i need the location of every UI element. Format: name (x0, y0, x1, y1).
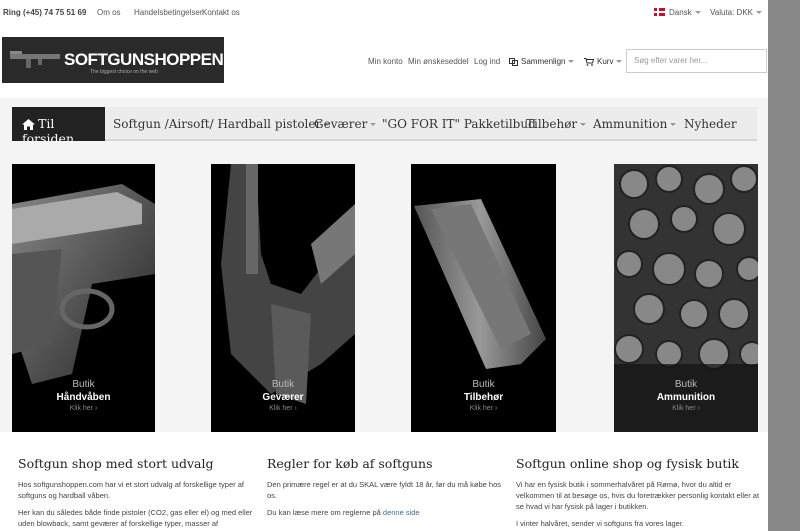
category-name: Geværer (262, 392, 304, 403)
logo-text: SOFTGUNSHOPPEN.com (64, 50, 224, 69)
nav-item-label: Ammunition (593, 117, 668, 131)
nav-item-label: Softgun /Airsoft/ Hardball pistoler (113, 117, 322, 131)
login-link[interactable]: Log ind (474, 57, 500, 66)
chevron-down-icon (694, 11, 701, 15)
chevron-down-icon (616, 60, 623, 64)
home-icon (22, 119, 35, 130)
chevron-down-icon (370, 123, 377, 126)
compare-icon (509, 57, 518, 66)
terms-link[interactable]: Handelsbetingelser (134, 8, 203, 17)
chevron-down-icon (580, 123, 587, 126)
nav-item-rifles[interactable]: Geværer (314, 117, 377, 131)
nav-item-accessories[interactable]: Tilbehør (526, 117, 587, 131)
category-sup: Butik (72, 379, 95, 390)
cart-icon (584, 57, 594, 66)
nav-item-packages[interactable]: "GO FOR IT" Pakketilbud (382, 117, 536, 131)
my-account-link[interactable]: Min konto (368, 57, 403, 66)
category-name: Ammunition (656, 392, 716, 403)
category-caption: Butik Geværer Klik her › (211, 379, 355, 412)
currency-selector[interactable]: Valuta: DKK (710, 8, 762, 17)
chevron-down-icon (568, 60, 575, 64)
info-paragraph: Den primære regel er at du SKAL være fyl… (267, 480, 501, 500)
cart-label: Kurv (597, 57, 614, 66)
main-nav: Til forsiden Softgun /Airsoft/ Hardball … (12, 107, 757, 146)
rules-link[interactable]: denne side (383, 508, 420, 517)
cart-link[interactable]: Kurv (584, 57, 623, 66)
top-bar: Ring (+45) 74 75 51 69 Om os Handelsbeti… (0, 0, 768, 26)
category-name: Tilbehør (463, 392, 504, 403)
category-rifles[interactable]: Butik Geværer Klik her › (211, 164, 355, 432)
category-caption: Butik Håndvåben Klik her › (12, 379, 155, 412)
rifle-logo-icon (10, 51, 60, 68)
wishlist-link[interactable]: Min ønskeseddel (408, 57, 468, 66)
category-more-link[interactable]: Klik her › (614, 405, 758, 412)
compare-label: Sammenlign (521, 57, 566, 66)
language-label: Dansk (669, 8, 692, 17)
category-caption: Butik Ammunition Klik her › (614, 379, 758, 412)
category-more-link[interactable]: Klik her › (12, 405, 155, 412)
chevron-down-icon (755, 11, 762, 15)
language-selector[interactable]: Dansk (654, 8, 701, 17)
info-column-rules: Regler for køb af softguns Den primære r… (267, 456, 507, 524)
compare-link[interactable]: Sammenlign (509, 57, 575, 66)
category-ammunition[interactable]: Butik Ammunition Klik her › (614, 164, 758, 432)
category-more-link[interactable]: Klik her › (411, 405, 556, 412)
category-name: Håndvåben (56, 392, 111, 403)
info-paragraph: I vinter halvåret, sender vi softguns fr… (516, 519, 684, 528)
category-sup: Butik (674, 379, 698, 390)
chevron-down-icon (670, 123, 677, 126)
nav-item-ammunition[interactable]: Ammunition (593, 117, 677, 131)
nav-item-label: Tilbehør (526, 117, 578, 131)
info-paragraph: Hos softgunshoppen.com har vi et stort u… (18, 480, 244, 500)
about-link[interactable]: Om os (97, 8, 121, 17)
phone-number: Ring (+45) 74 75 51 69 (3, 8, 87, 17)
info-heading: Regler for køb af softguns (267, 456, 433, 471)
nav-item-label: "GO FOR IT" Pakketilbud (382, 117, 536, 131)
logo[interactable]: SOFTGUNSHOPPEN.com The biggest choice on… (2, 37, 224, 83)
contact-link[interactable]: Kontakt os (202, 8, 240, 17)
info-paragraph: Vi har en fysisk butik i sommerhalvåret … (516, 480, 760, 511)
nav-item-pistols[interactable]: Softgun /Airsoft/ Hardball pistoler (113, 117, 331, 131)
info-heading: Softgun online shop og fysisk butik (516, 456, 739, 471)
logo-tagline: The biggest choice on the web (90, 69, 158, 75)
nav-item-label: Geværer (314, 117, 368, 131)
header: SOFTGUNSHOPPEN.com The biggest choice on… (0, 26, 768, 98)
danish-flag-icon (654, 8, 665, 16)
category-accessories[interactable]: Butik Tilbehør Klik her › (411, 164, 556, 432)
nav-item-news[interactable]: Nyheder (684, 117, 737, 131)
category-caption: Butik Tilbehør Klik her › (411, 379, 556, 412)
currency-label: Valuta: DKK (710, 8, 753, 17)
category-sup: Butik (271, 379, 295, 390)
info-column-shop: Softgun online shop og fysisk butik Vi h… (516, 456, 764, 531)
category-handguns[interactable]: Butik Håndvåben Klik her › (12, 164, 155, 432)
info-paragraph: Her kan du således både finde pistoler (… (18, 508, 253, 528)
info-column-selection: Softgun shop med stort udvalg Hos softgu… (18, 456, 258, 531)
info-heading: Softgun shop med stort udvalg (18, 456, 214, 471)
nav-item-label: Nyheder (684, 117, 737, 131)
info-paragraph: Du kan læse mere om reglerne på denne si… (267, 507, 507, 518)
info-text: Du kan læse mere om reglerne på (267, 508, 381, 517)
info-section: Softgun shop med stort udvalg Hos softgu… (0, 432, 768, 531)
search-input[interactable]: Søg efter varer her... (626, 49, 767, 73)
category-more-link[interactable]: Klik her › (211, 405, 355, 412)
category-sup: Butik (472, 379, 495, 390)
nav-home[interactable]: Til forsiden (12, 107, 105, 146)
